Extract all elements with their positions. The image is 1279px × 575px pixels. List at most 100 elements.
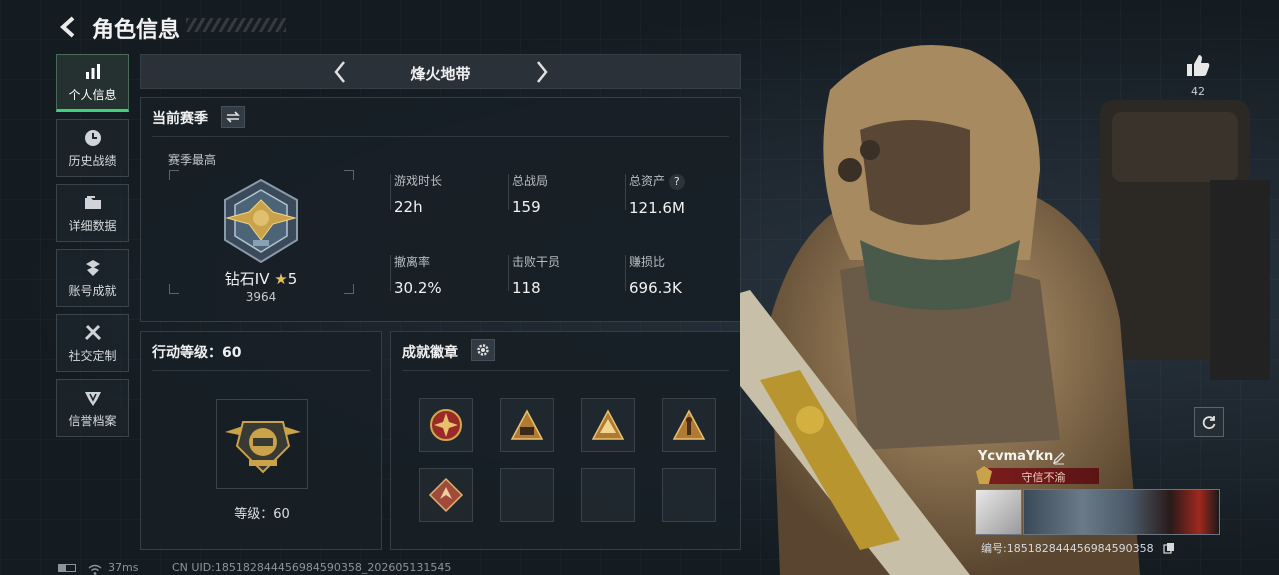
frame-corner xyxy=(169,170,179,180)
copy-id-button[interactable] xyxy=(1163,539,1175,558)
frame-corner xyxy=(344,170,354,180)
tag-label: 守信不渝 xyxy=(1021,471,1066,484)
season-best-label: 赛季最高 xyxy=(168,153,217,167)
stat-label: 总资产 ? xyxy=(629,172,685,190)
rank-emblem-icon xyxy=(224,178,298,264)
ping-text: 37ms xyxy=(108,561,139,574)
mode-selector: 烽火地带 xyxy=(140,54,741,89)
achievements-title: 成就徽章 xyxy=(402,345,458,361)
refresh-icon xyxy=(1202,416,1216,430)
back-arrow-icon[interactable] xyxy=(56,14,82,40)
stat-value: 22h xyxy=(394,198,423,216)
divider xyxy=(390,255,391,291)
stat-label: 赚损比 xyxy=(629,255,666,269)
wifi-icon xyxy=(88,561,102,575)
divider xyxy=(508,174,509,210)
badge-emblem-icon xyxy=(591,409,625,440)
avatar-sketch[interactable] xyxy=(975,489,1022,535)
divider xyxy=(508,255,509,291)
folder-icon xyxy=(84,195,101,209)
divider xyxy=(152,370,370,371)
help-icon[interactable]: ? xyxy=(668,174,685,190)
badge-diamond-icon xyxy=(428,477,464,513)
chevron-right-icon[interactable] xyxy=(535,59,549,92)
divider xyxy=(152,136,729,137)
nav-item-history[interactable]: 历史战绩 xyxy=(56,119,129,177)
badge-triangle-icon xyxy=(510,409,544,440)
level-badge-icon xyxy=(225,421,301,474)
stat-total-matches: 总战局 159 xyxy=(508,172,549,216)
swap-season-button[interactable] xyxy=(221,106,245,128)
stat-value: 159 xyxy=(512,198,541,216)
nav-label: 详细数据 xyxy=(68,218,117,233)
divider xyxy=(625,255,626,291)
stat-label: 游戏时长 xyxy=(394,174,443,188)
nav-item-social[interactable]: 社交定制 xyxy=(56,314,129,372)
season-panel: 当前赛季 赛季最高 钻石IV ★5 3964 游戏时长 22h 总战局 159 … xyxy=(140,97,741,322)
title-decoration xyxy=(186,18,286,32)
badge-rocket-icon xyxy=(672,409,706,440)
badge-cross-icon xyxy=(430,409,462,441)
pencil-icon xyxy=(1052,452,1065,465)
divider xyxy=(402,370,729,371)
divider xyxy=(390,174,391,210)
achievement-badge[interactable] xyxy=(662,398,716,452)
shield-icon xyxy=(84,391,101,406)
achievement-badge[interactable] xyxy=(419,468,473,522)
nav-item-achievements[interactable]: 账号成就 xyxy=(56,249,129,307)
rank-stars: 5 xyxy=(287,270,298,288)
divider xyxy=(625,174,626,210)
action-level-panel: 行动等级：60 等级：60 xyxy=(140,331,382,550)
star-icon: ★ xyxy=(274,270,288,288)
nav-label: 社交定制 xyxy=(68,348,117,363)
mode-title: 烽火地带 xyxy=(410,65,471,83)
rank-score: 3964 xyxy=(245,290,277,304)
reputation-tag: 守信不渝 xyxy=(976,466,1099,484)
stat-profit-ratio: 赚损比 696.3K xyxy=(625,253,682,297)
rank-line: 钻石IV ★5 xyxy=(141,268,381,289)
stat-play-time: 游戏时长 22h xyxy=(390,172,443,216)
stat-value: 696.3K xyxy=(629,279,682,297)
stat-operators-defeated: 击败干员 118 xyxy=(508,253,561,297)
stat-label: 撤离率 xyxy=(394,255,431,269)
achievement-settings-button[interactable] xyxy=(471,339,495,361)
clock-icon xyxy=(84,129,101,146)
nav-label: 历史战绩 xyxy=(68,153,117,168)
profile-banner[interactable] xyxy=(1023,489,1220,535)
stat-extraction-rate: 撤离率 30.2% xyxy=(390,253,442,297)
tools-icon xyxy=(84,324,101,340)
stat-label: 击败干员 xyxy=(512,255,561,269)
achievement-slot-empty[interactable] xyxy=(581,468,635,522)
thumbs-up-icon xyxy=(1187,55,1210,76)
stat-label: 总战局 xyxy=(512,174,549,188)
nav-item-detailed-data[interactable]: 详细数据 xyxy=(56,184,129,242)
season-title: 当前赛季 xyxy=(152,111,208,127)
level-text: 等级：60 xyxy=(234,507,290,522)
stat-total-assets: 总资产 ? 121.6M xyxy=(625,172,685,217)
nav-label: 信誉档案 xyxy=(68,413,117,428)
achievement-slot-empty[interactable] xyxy=(500,468,554,522)
nav-label: 个人信息 xyxy=(68,87,117,102)
action-level-title: 行动等级：60 xyxy=(152,345,242,361)
achievement-badge[interactable] xyxy=(581,398,635,452)
level-badge-frame xyxy=(216,399,308,489)
gear-icon xyxy=(477,344,489,356)
rotate-view-button[interactable] xyxy=(1194,407,1224,437)
copy-icon xyxy=(1163,543,1174,554)
side-nav: 个人信息 历史战绩 详细数据 账号成就 社交定制 信誉档案 xyxy=(56,54,130,444)
like-button[interactable] xyxy=(1184,52,1212,84)
bar-chart-icon xyxy=(85,63,100,79)
medal-icon xyxy=(85,259,100,276)
like-count: 42 xyxy=(1191,85,1205,98)
swap-icon xyxy=(226,111,240,123)
player-id: 编号:185182844456984590358 xyxy=(981,542,1154,555)
achievement-badge[interactable] xyxy=(500,398,554,452)
nav-item-personal-info[interactable]: 个人信息 xyxy=(56,54,129,112)
nav-item-reputation[interactable]: 信誉档案 xyxy=(56,379,129,437)
achievements-panel: 成就徽章 xyxy=(390,331,741,550)
achievement-slot-empty[interactable] xyxy=(662,468,716,522)
edit-name-button[interactable] xyxy=(1052,450,1066,469)
stat-value: 121.6M xyxy=(629,199,685,217)
achievement-badge[interactable] xyxy=(419,398,473,452)
rank-name: 钻石IV xyxy=(224,270,270,288)
